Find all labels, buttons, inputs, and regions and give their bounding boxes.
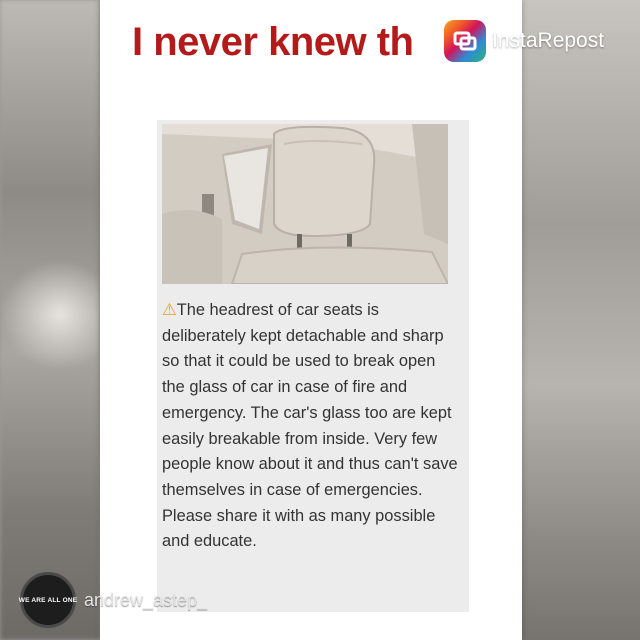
- post-paragraph-1: ⚠The headrest of car seats is deliberate…: [162, 301, 458, 499]
- post-headline: I never knew th: [132, 20, 414, 64]
- instarepost-label: InstaRepost: [492, 29, 605, 52]
- warning-triangle-icon: ⚠: [162, 301, 177, 319]
- post-paragraph-2: Please share it with as many possible an…: [162, 506, 436, 551]
- avatar-text: WE ARE ALL ONE: [18, 596, 78, 604]
- username-link[interactable]: andrew_astep_: [84, 590, 207, 611]
- instarepost-watermark: InstaRepost: [444, 20, 604, 62]
- blurred-background-left: [0, 0, 100, 640]
- post-body: ⚠The headrest of car seats is deliberate…: [162, 298, 462, 555]
- car-headrest-photo: [162, 124, 448, 284]
- user-avatar[interactable]: WE ARE ALL ONE: [18, 572, 78, 628]
- repost-arrows-icon: [444, 20, 486, 62]
- blurred-background-right: [522, 0, 640, 640]
